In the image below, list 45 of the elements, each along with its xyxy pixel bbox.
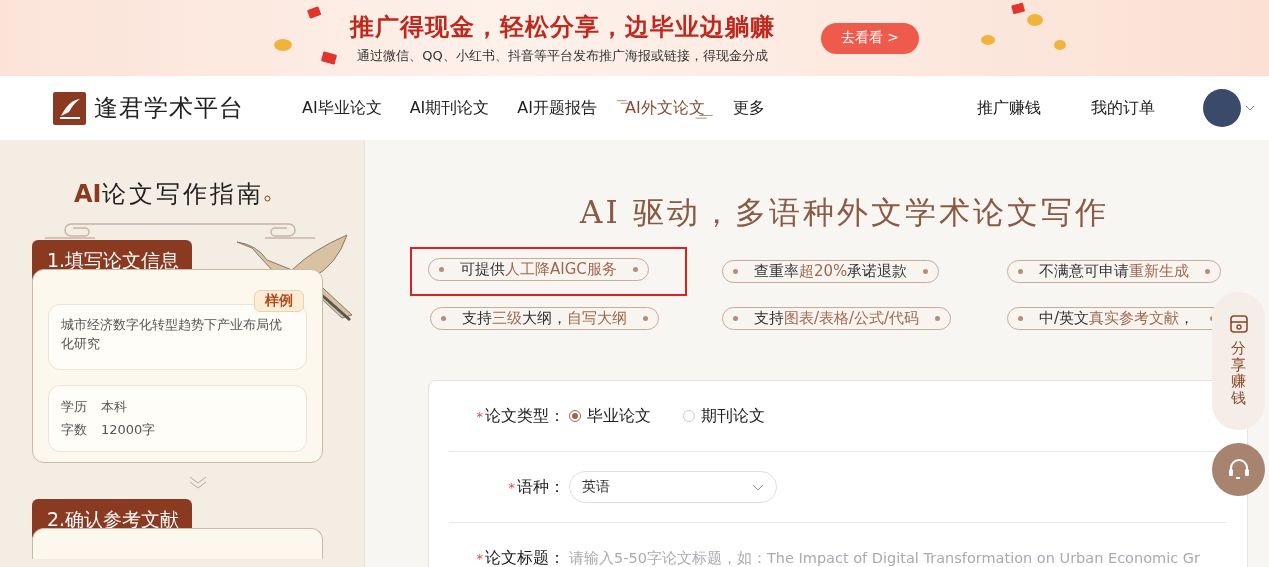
nav-tab[interactable]: AI期刊论文 [401, 97, 498, 119]
avatar[interactable] [1203, 89, 1241, 127]
field-label: 论文类型： [485, 405, 565, 427]
radio-option[interactable]: 期刊论文 [683, 405, 765, 427]
field-label: 语种： [517, 476, 565, 498]
chevron-down-icon[interactable] [1245, 105, 1255, 111]
guide-title-accent: AI [74, 180, 102, 208]
feature-tag: 不满意可申请重新生成 [1007, 260, 1221, 283]
logo-icon [53, 91, 86, 125]
envelope-icon [320, 51, 338, 65]
required-mark: * [476, 550, 483, 566]
nav-tab[interactable]: AI开题报告 [509, 97, 605, 119]
nav-tab[interactable]: AI外文论文 [617, 97, 713, 119]
chevron-down-icon [188, 475, 208, 489]
feature-tag: 支持图表/表格/公式/代码 [722, 307, 952, 330]
required-mark: * [476, 408, 483, 424]
radio-option[interactable]: 毕业论文 [569, 405, 651, 427]
envelope-icon [1011, 2, 1026, 15]
share-icon [1228, 314, 1249, 334]
detail-value: 本科 [101, 398, 128, 417]
logo-text[interactable]: 逢君学术平台 [94, 92, 244, 124]
banner-subtitle: 通过微信、QQ、小红书、抖音等平台发布推广海报或链接，得现金分成 [357, 47, 768, 65]
nav-tab[interactable]: AI毕业论文 [294, 97, 390, 119]
nav-link[interactable]: 推广赚钱 [969, 97, 1049, 119]
chevron-down-icon [752, 483, 764, 491]
dot-icon [263, 195, 271, 202]
coin-icon [1027, 14, 1043, 26]
field-label: 论文标题： [485, 547, 565, 567]
nav-tab[interactable]: 更多 [724, 97, 773, 119]
feature-tag: 可提供人工降AIGC服务 [428, 258, 649, 281]
detail-label: 字数 [61, 421, 87, 440]
required-mark: * [508, 479, 515, 495]
coin-icon [274, 39, 292, 51]
detail-label: 学历 [61, 398, 87, 417]
coin-icon [1054, 40, 1066, 50]
coin-icon [981, 35, 995, 45]
envelope-icon [307, 6, 322, 19]
detail-value: 12000字 [101, 421, 156, 440]
banner-headline: 推广得现金，轻松分享，边毕业边躺赚 [350, 12, 775, 43]
share-earn-button[interactable]: 分享赚钱 [1212, 292, 1265, 430]
page-heading: AI 驱动，多语种外文学术论文写作 [580, 193, 1111, 232]
guide-title: 论文写作指南 [101, 179, 264, 210]
nav-link[interactable]: 我的订单 [1083, 97, 1163, 119]
feature-tag: 查重率超20%承诺退款 [722, 260, 940, 283]
feature-tag: 支持三级大纲，自写大纲 [430, 307, 659, 330]
